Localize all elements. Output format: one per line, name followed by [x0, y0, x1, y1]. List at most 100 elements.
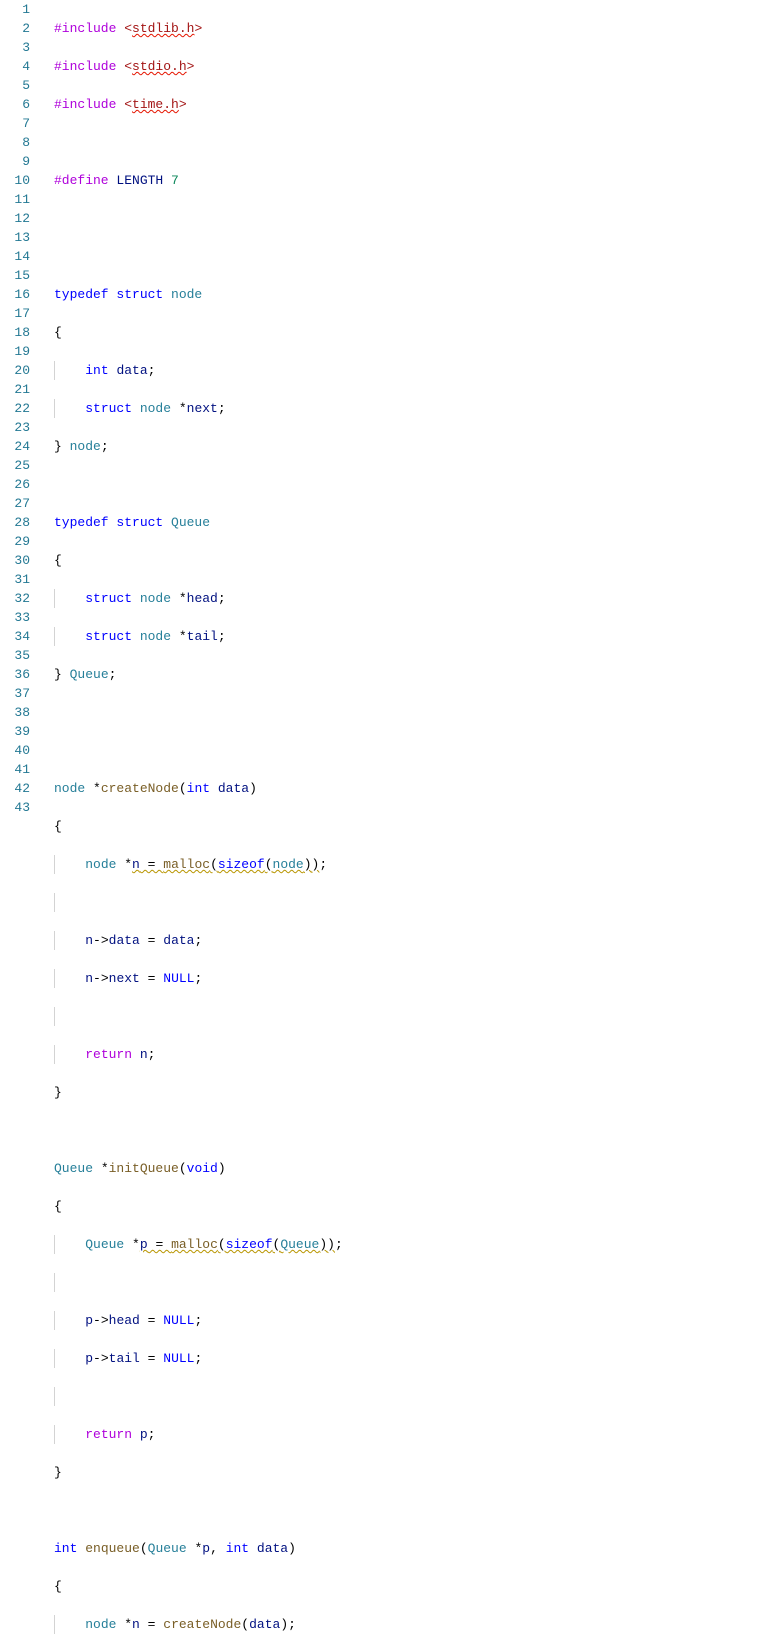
code-line[interactable]: #include <time.h>	[54, 95, 775, 114]
var-name: n	[132, 1617, 140, 1632]
code-line[interactable]: #define LENGTH 7	[54, 171, 775, 190]
rparen: )	[280, 1617, 288, 1632]
angle-gt: >	[194, 21, 202, 36]
line-number: 3	[10, 38, 30, 57]
line-number: 27	[10, 494, 30, 513]
code-line[interactable]	[54, 741, 775, 760]
code-line[interactable]: return p;	[54, 1425, 775, 1444]
code-line[interactable]: }	[54, 1083, 775, 1102]
brace-close: }	[54, 1465, 62, 1480]
brace-close: }	[54, 439, 70, 454]
line-number: 15	[10, 266, 30, 285]
func-name: createNode	[101, 781, 179, 796]
field-name: next	[109, 971, 140, 986]
code-line[interactable]	[54, 1387, 775, 1406]
code-line[interactable]: #include <stdlib.h>	[54, 19, 775, 38]
field-name: next	[187, 401, 218, 416]
line-number: 29	[10, 532, 30, 551]
code-line[interactable]	[54, 475, 775, 494]
code-line[interactable]	[54, 133, 775, 152]
code-line[interactable]: } Queue;	[54, 665, 775, 684]
rparen: )	[327, 1237, 335, 1252]
code-editor[interactable]: #include <stdlib.h> #include <stdio.h> #…	[46, 0, 775, 1636]
code-line[interactable]: {	[54, 551, 775, 570]
var-type: Queue	[85, 1237, 132, 1252]
rparen: )	[218, 1161, 226, 1176]
code-line[interactable]: node *n = malloc(sizeof(node));	[54, 855, 775, 874]
angle-lt: <	[124, 21, 132, 36]
lparen: (	[210, 857, 218, 872]
code-line[interactable]: {	[54, 1197, 775, 1216]
code-line[interactable]: int enqueue(Queue *p, int data)	[54, 1539, 775, 1558]
angle-lt: <	[124, 97, 132, 112]
line-number: 10	[10, 171, 30, 190]
code-line[interactable]	[54, 1007, 775, 1026]
func-call: malloc	[163, 857, 210, 872]
brace-close: }	[54, 1085, 62, 1100]
star: *	[93, 781, 101, 796]
assign: =	[140, 971, 163, 986]
code-line[interactable]: typedef struct node	[54, 285, 775, 304]
code-line[interactable]	[54, 1501, 775, 1520]
code-line[interactable]: Queue *p = malloc(sizeof(Queue));	[54, 1235, 775, 1254]
code-line[interactable]: n->next = NULL;	[54, 969, 775, 988]
func-name: enqueue	[85, 1541, 140, 1556]
return-type: node	[54, 781, 93, 796]
line-number: 6	[10, 95, 30, 114]
line-number: 33	[10, 608, 30, 627]
semicolon: ;	[288, 1617, 296, 1632]
code-line[interactable]	[54, 209, 775, 228]
code-line[interactable]: {	[54, 817, 775, 836]
code-line[interactable]: struct node *tail;	[54, 627, 775, 646]
code-line[interactable]: node *createNode(int data)	[54, 779, 775, 798]
semicolon: ;	[218, 591, 226, 606]
kw-struct: struct	[85, 591, 140, 606]
line-number: 19	[10, 342, 30, 361]
code-line[interactable]: }	[54, 1463, 775, 1482]
star: *	[101, 1161, 109, 1176]
semicolon: ;	[194, 971, 202, 986]
struct-name: node	[140, 629, 179, 644]
code-line[interactable]: p->head = NULL;	[54, 1311, 775, 1330]
code-line[interactable]: int data;	[54, 361, 775, 380]
field-name: tail	[109, 1351, 140, 1366]
code-line[interactable]: p->tail = NULL;	[54, 1349, 775, 1368]
line-number: 36	[10, 665, 30, 684]
code-line[interactable]: #include <stdio.h>	[54, 57, 775, 76]
code-line[interactable]: n->data = data;	[54, 931, 775, 950]
code-line[interactable]	[54, 1121, 775, 1140]
preproc-include: #include	[54, 59, 124, 74]
arg: data	[249, 1617, 280, 1632]
code-line[interactable]: struct node *next;	[54, 399, 775, 418]
line-number: 28	[10, 513, 30, 532]
code-line[interactable]: node *n = createNode(data);	[54, 1615, 775, 1634]
code-line[interactable]	[54, 247, 775, 266]
line-number: 26	[10, 475, 30, 494]
kw-sizeof: sizeof	[226, 1237, 273, 1252]
var-name: n	[85, 971, 93, 986]
kw-struct: struct	[116, 287, 171, 302]
code-line[interactable]: typedef struct Queue	[54, 513, 775, 532]
code-line[interactable]: struct node *head;	[54, 589, 775, 608]
rparen: )	[319, 1237, 327, 1252]
struct-name: node	[171, 287, 202, 302]
struct-name: Queue	[171, 515, 210, 530]
code-line[interactable]: } node;	[54, 437, 775, 456]
line-number: 25	[10, 456, 30, 475]
semicolon: ;	[194, 1351, 202, 1366]
code-line[interactable]: Queue *initQueue(void)	[54, 1159, 775, 1178]
line-number: 18	[10, 323, 30, 342]
line-number: 38	[10, 703, 30, 722]
code-line[interactable]	[54, 893, 775, 912]
line-number: 35	[10, 646, 30, 665]
line-number: 20	[10, 361, 30, 380]
code-line[interactable]: {	[54, 323, 775, 342]
brace-open: {	[54, 1579, 62, 1594]
return-type: int	[54, 1541, 85, 1556]
code-line[interactable]: {	[54, 1577, 775, 1596]
kw-struct: struct	[85, 401, 140, 416]
code-line[interactable]: return n;	[54, 1045, 775, 1064]
code-line[interactable]	[54, 1273, 775, 1292]
assign: =	[140, 1313, 163, 1328]
code-line[interactable]	[54, 703, 775, 722]
